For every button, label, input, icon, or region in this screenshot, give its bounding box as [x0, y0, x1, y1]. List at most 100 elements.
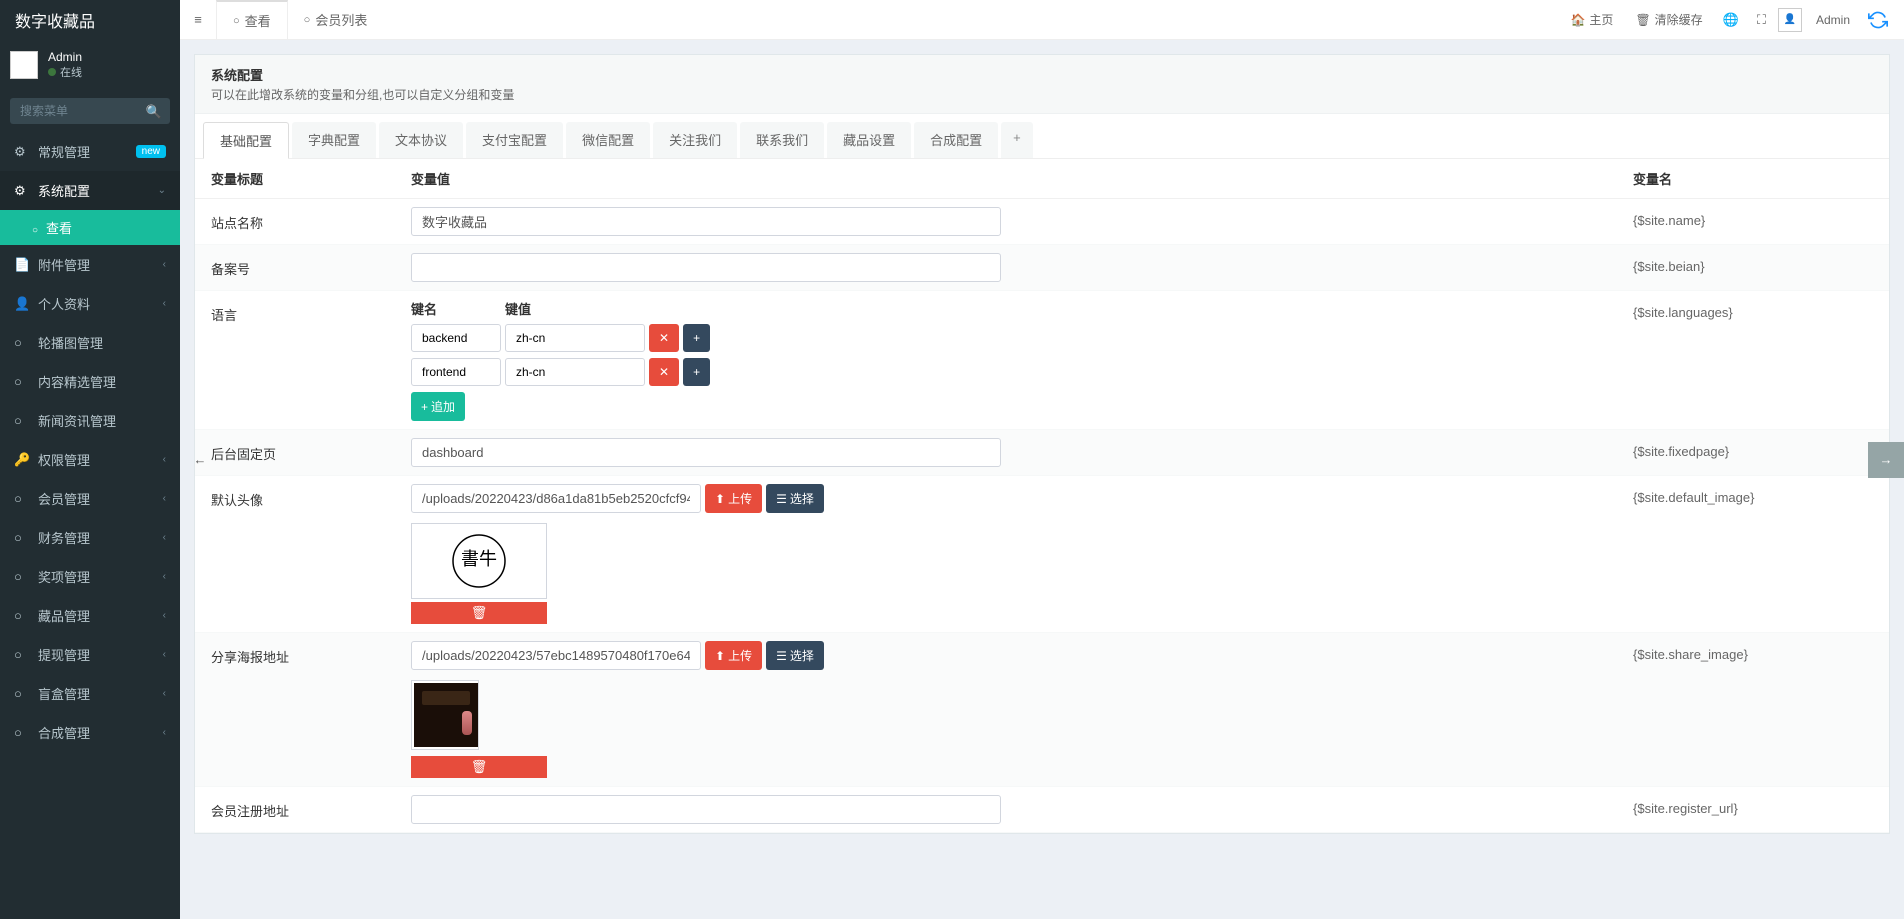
add-lang-1-button[interactable]: +	[683, 358, 710, 386]
language-icon[interactable]: 🌐	[1717, 8, 1745, 32]
sidebar-item-featured[interactable]: ○内容精选管理	[0, 362, 180, 401]
trash-icon: 🗑	[471, 605, 488, 621]
clear-cache-button[interactable]: 🗑清除缓存	[1627, 7, 1710, 32]
thumb-default-image: 書牛	[411, 523, 547, 599]
tab-follow[interactable]: 关注我们	[653, 122, 737, 158]
plus-icon: +	[693, 365, 700, 379]
sidebar-item-synthesis[interactable]: ○合成管理‹	[0, 713, 180, 752]
chevron-left-icon: ‹	[163, 571, 166, 582]
sidebar-item-finance[interactable]: ○财务管理‹	[0, 518, 180, 557]
cogs-icon: ⚙	[14, 144, 32, 160]
sidebar-item-withdraw[interactable]: ○提现管理‹	[0, 635, 180, 674]
upload-default-image-button[interactable]: ⬆上传	[705, 484, 762, 513]
tab-dict[interactable]: 字典配置	[292, 122, 376, 158]
append-lang-button[interactable]: +追加	[411, 392, 465, 421]
input-default-image[interactable]	[411, 484, 701, 513]
home-button[interactable]: 🏠主页	[1562, 7, 1621, 32]
sidebar-item-collection[interactable]: ○藏品管理‹	[0, 596, 180, 635]
hamburger-icon[interactable]: ≡	[180, 12, 216, 27]
select-share-image-button[interactable]: ☰选择	[766, 641, 824, 670]
sidebar-item-blindbox[interactable]: ○盲盒管理‹	[0, 674, 180, 713]
search-icon[interactable]: 🔍	[146, 104, 162, 120]
tab-alipay[interactable]: 支付宝配置	[466, 122, 563, 158]
nav-prev-button[interactable]: ←	[182, 442, 218, 478]
admin-dropdown[interactable]: Admin	[1808, 9, 1858, 31]
sidebar-item-carousel[interactable]: ○轮播图管理	[0, 323, 180, 362]
var-fixedpage: {$site.fixedpage}	[1633, 438, 1873, 459]
plus-icon: +	[421, 400, 428, 414]
times-icon: ✕	[659, 331, 669, 345]
input-lang-key-0[interactable]	[411, 324, 501, 352]
remove-lang-1-button[interactable]: ✕	[649, 358, 679, 386]
label-site-name: 站点名称	[211, 207, 411, 232]
times-icon: ✕	[659, 365, 669, 379]
input-lang-key-1[interactable]	[411, 358, 501, 386]
delete-default-image-button[interactable]: 🗑	[411, 602, 547, 624]
sidebar-item-award[interactable]: ○奖项管理‹	[0, 557, 180, 596]
header-value: 变量值	[411, 169, 1633, 188]
input-fixedpage[interactable]	[411, 438, 1001, 467]
tab-member-list[interactable]: ○会员列表	[288, 0, 385, 39]
main: ≡ ○查看 ○会员列表 🏠主页 🗑清除缓存 🌐 ⛶ 👤 Admin	[180, 0, 1904, 919]
circle-icon: ○	[14, 569, 32, 584]
cog-icon: ⚙	[14, 183, 32, 199]
circle-icon: ○	[14, 686, 32, 701]
circle-icon: ○	[14, 530, 32, 545]
circle-icon: ○	[14, 335, 32, 350]
var-share-image: {$site.share_image}	[1633, 641, 1873, 662]
input-share-image[interactable]	[411, 641, 701, 670]
var-default-image: {$site.default_image}	[1633, 484, 1873, 505]
topbar-avatar[interactable]: 👤	[1778, 8, 1802, 32]
sidebar-item-member[interactable]: ○会员管理‹	[0, 479, 180, 518]
list-icon: ☰	[776, 649, 787, 663]
select-default-image-button[interactable]: ☰选择	[766, 484, 824, 513]
tab-synthesis[interactable]: 合成配置	[914, 122, 998, 158]
circle-icon: ○	[14, 725, 32, 740]
refresh-icon[interactable]	[1864, 6, 1892, 34]
label-beian: 备案号	[211, 253, 411, 278]
input-lang-val-0[interactable]	[505, 324, 645, 352]
sidebar-item-profile[interactable]: 👤个人资料‹	[0, 284, 180, 323]
header-name: 变量名	[1633, 169, 1873, 188]
chevron-left-icon: ‹	[163, 532, 166, 543]
delete-share-image-button[interactable]: 🗑	[411, 756, 547, 778]
tab-basic[interactable]: 基础配置	[203, 122, 289, 159]
input-site-name[interactable]	[411, 207, 1001, 236]
add-lang-0-button[interactable]: +	[683, 324, 710, 352]
remove-lang-0-button[interactable]: ✕	[649, 324, 679, 352]
input-beian[interactable]	[411, 253, 1001, 282]
input-lang-val-1[interactable]	[505, 358, 645, 386]
tab-contact[interactable]: 联系我们	[740, 122, 824, 158]
sidebar-item-permission[interactable]: 🔑权限管理‹	[0, 440, 180, 479]
svg-text:書牛: 書牛	[461, 549, 497, 569]
user-avatar[interactable]	[10, 51, 38, 79]
sidebar-item-view[interactable]: 查看	[0, 210, 180, 245]
fullscreen-icon[interactable]: ⛶	[1751, 8, 1772, 32]
content: 系统配置 可以在此增改系统的变量和分组,也可以自定义分组和变量 基础配置 字典配…	[180, 40, 1904, 919]
tab-add[interactable]: +	[1001, 122, 1033, 158]
tab-view[interactable]: ○查看	[216, 0, 288, 39]
tab-wechat[interactable]: 微信配置	[566, 122, 650, 158]
user-name: Admin	[48, 50, 82, 64]
file-icon: 📄	[14, 257, 32, 273]
kv-val-header: 键值	[505, 299, 645, 318]
tab-collection[interactable]: 藏品设置	[827, 122, 911, 158]
upload-share-image-button[interactable]: ⬆上传	[705, 641, 762, 670]
tab-text[interactable]: 文本协议	[379, 122, 463, 158]
circle-icon: ○	[233, 15, 240, 27]
config-panel: 系统配置 可以在此增改系统的变量和分组,也可以自定义分组和变量 基础配置 字典配…	[194, 54, 1890, 834]
input-register-url[interactable]	[411, 795, 1001, 824]
sidebar-item-attachment[interactable]: 📄附件管理‹	[0, 245, 180, 284]
panel-title: 系统配置	[211, 65, 1873, 84]
home-icon: 🏠	[1570, 13, 1585, 27]
circle-icon: ○	[14, 491, 32, 506]
sidebar-item-news[interactable]: ○新闻资讯管理	[0, 401, 180, 440]
chevron-left-icon: ‹	[163, 727, 166, 738]
topbar: ≡ ○查看 ○会员列表 🏠主页 🗑清除缓存 🌐 ⛶ 👤 Admin	[180, 0, 1904, 40]
sidebar: 数字收藏品 Admin 在线 🔍 ⚙常规管理new ⚙系统配置⌄ 查看 📄附件管…	[0, 0, 180, 919]
sidebar-item-general[interactable]: ⚙常规管理new	[0, 132, 180, 171]
nav-next-button[interactable]: →	[1868, 442, 1904, 478]
sidebar-item-system-config[interactable]: ⚙系统配置⌄	[0, 171, 180, 210]
var-languages: {$site.languages}	[1633, 299, 1873, 320]
circle-icon: ○	[14, 374, 32, 389]
